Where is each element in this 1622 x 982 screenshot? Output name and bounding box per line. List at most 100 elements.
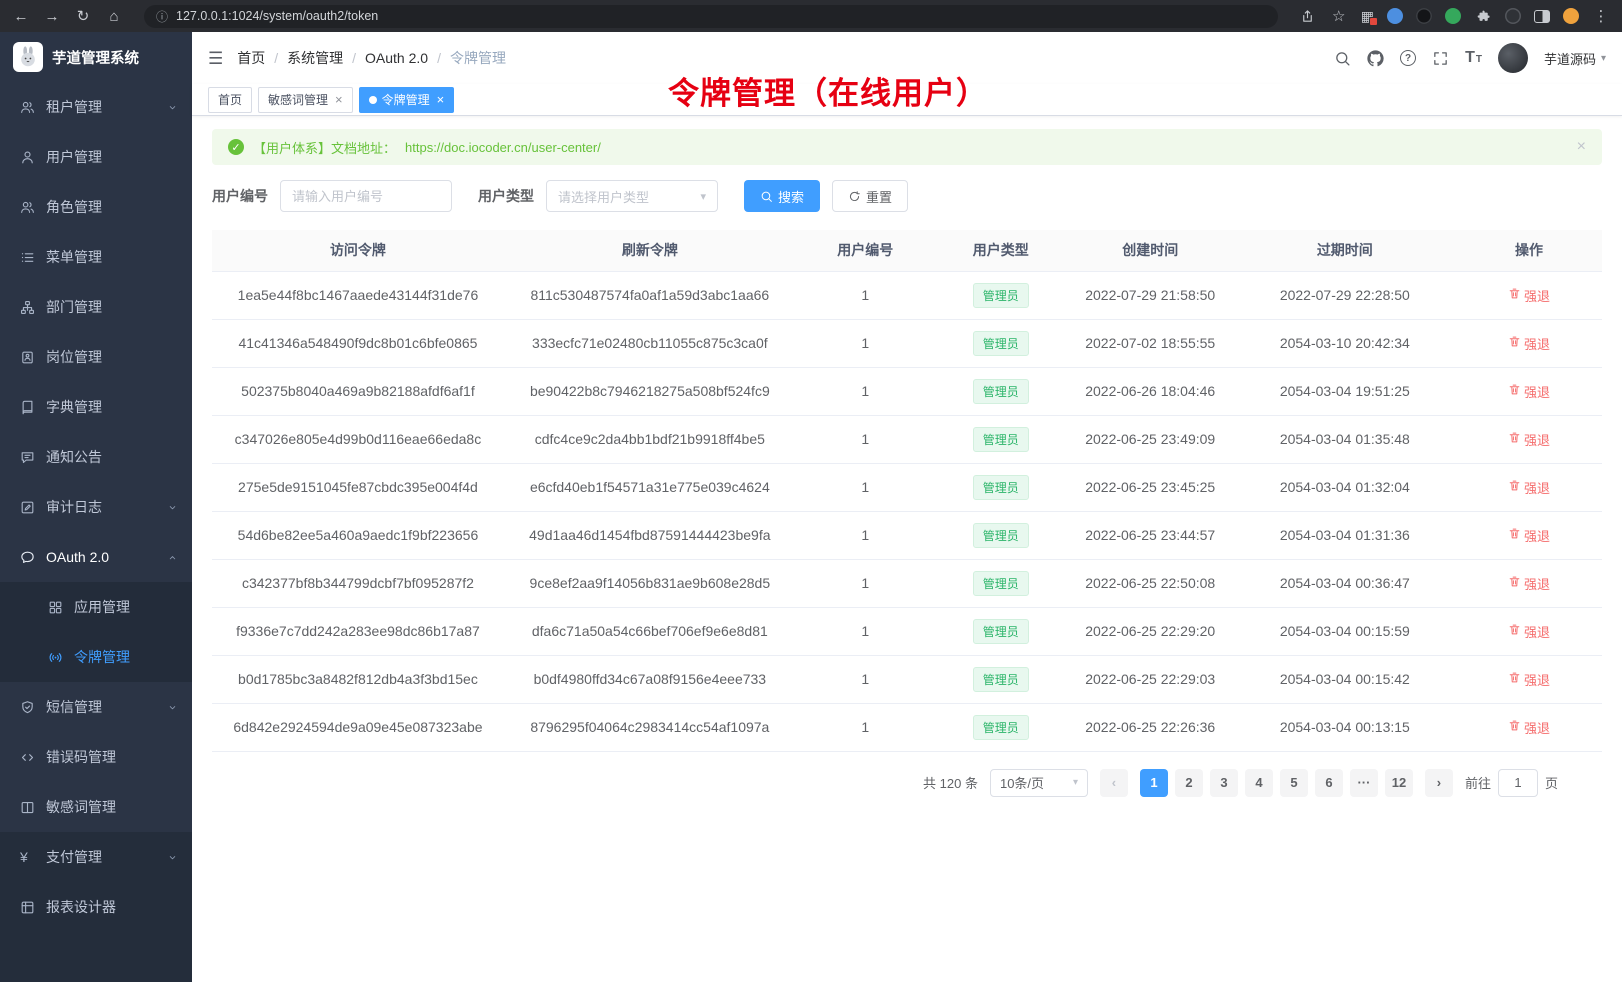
page-size-select[interactable]: 10条/页 ▾ [990,769,1088,797]
extension-grid-icon[interactable]: ▦ [1361,9,1374,23]
more-pages-button[interactable]: ··· [1350,769,1378,797]
user-id-cell: 1 [796,511,935,559]
force-logout-button[interactable]: 强退 [1508,430,1550,449]
tab-close-icon[interactable]: × [335,93,343,106]
breadcrumb-item[interactable]: 首页 [237,48,265,68]
topbar-right: ? TT 芋道源码 ▾ [1334,43,1606,73]
hamburger-icon[interactable]: ☰ [208,50,223,67]
force-logout-label: 强退 [1524,430,1550,449]
created-time-cell: 2022-07-02 18:55:55 [1067,319,1234,367]
force-logout-button[interactable]: 强退 [1508,334,1550,353]
user-menu[interactable]: 芋道源码 ▾ [1544,49,1606,68]
dark-extension-icon[interactable] [1416,8,1432,24]
force-logout-button[interactable]: 强退 [1508,622,1550,641]
column-header: 用户类型 [935,230,1067,271]
user-avatar[interactable] [1498,43,1528,73]
back-icon[interactable]: ← [12,9,30,24]
sidebar-item-post[interactable]: 岗位管理 [0,332,192,382]
sidebar-item-notice[interactable]: 通知公告 [0,432,192,482]
sidebar-item-menu[interactable]: 菜单管理 [0,232,192,282]
alert-close-icon[interactable]: × [1577,139,1586,155]
dark-extension-icon-2[interactable] [1505,8,1521,24]
page-button[interactable]: 4 [1245,769,1273,797]
force-logout-button[interactable]: 强退 [1508,718,1550,737]
home-icon[interactable]: ⌂ [105,9,123,24]
success-check-icon: ✓ [228,139,244,155]
trash-icon [1508,623,1521,639]
reload-icon[interactable]: ↻ [74,9,92,24]
force-logout-label: 强退 [1524,526,1550,545]
tab-sensitive-word[interactable]: 敏感词管理× [258,87,353,113]
reset-button[interactable]: 重置 [832,180,908,212]
sidebar-item-oauth2-application[interactable]: 应用管理 [0,582,192,632]
sidebar: 芋道管理系统 租户管理用户管理角色管理菜单管理部门管理岗位管理字典管理通知公告审… [0,32,192,982]
search-icon[interactable] [1334,50,1351,67]
browser-menu-icon[interactable]: ⋮ [1592,9,1610,24]
sidebar-item-dict[interactable]: 字典管理 [0,382,192,432]
chevron-down-icon [167,502,178,513]
page-button[interactable]: 12 [1385,769,1413,797]
fullscreen-icon[interactable] [1432,50,1449,67]
tab-label: 首页 [218,91,242,108]
page-button[interactable]: 5 [1280,769,1308,797]
next-page-button[interactable]: › [1425,769,1453,797]
force-logout-button[interactable]: 强退 [1508,670,1550,689]
force-logout-button[interactable]: 强退 [1508,286,1550,305]
sidebar-item-tenant[interactable]: 租户管理 [0,82,192,132]
sidebar-item-sms[interactable]: 短信管理 [0,682,192,732]
page-button[interactable]: 3 [1210,769,1238,797]
sidebar-item-sensitive-word[interactable]: 敏感词管理 [0,782,192,832]
sidebar-item-label: 角色管理 [46,197,178,217]
help-icon[interactable]: ? [1400,50,1416,66]
prev-page-button[interactable]: ‹ [1100,769,1128,797]
force-logout-button[interactable]: 强退 [1508,382,1550,401]
columns-icon [20,800,36,815]
refresh-icon [848,190,861,203]
github-icon[interactable] [1367,50,1384,67]
force-logout-button[interactable]: 强退 [1508,526,1550,545]
sidebar-item-dept[interactable]: 部门管理 [0,282,192,332]
sidebar-item-audit-log[interactable]: 审计日志 [0,482,192,532]
breadcrumb-item[interactable]: OAuth 2.0 [365,50,428,66]
font-size-icon[interactable]: TT [1465,50,1482,66]
created-time-cell: 2022-06-25 23:44:57 [1067,511,1234,559]
page-button[interactable]: 1 [1140,769,1168,797]
page-button[interactable]: 2 [1175,769,1203,797]
tab-close-icon[interactable]: × [437,93,445,106]
sidebar-item-error-code[interactable]: 错误码管理 [0,732,192,782]
green-extension-icon[interactable] [1445,8,1461,24]
search-button[interactable]: 搜索 [744,180,820,212]
bookmark-star-icon[interactable]: ☆ [1330,9,1348,24]
sidebar-item-oauth2[interactable]: OAuth 2.0 [0,532,192,582]
info-icon[interactable]: ⓘ [156,8,168,25]
page-button[interactable]: 6 [1315,769,1343,797]
goto-page-input[interactable] [1498,769,1538,797]
sidebar-item-pay[interactable]: ¥支付管理 [0,832,192,882]
sidebar-item-report-designer[interactable]: 报表设计器 [0,882,192,932]
trash-icon [1508,383,1521,399]
force-logout-button[interactable]: 强退 [1508,574,1550,593]
sidebar-item-user[interactable]: 用户管理 [0,132,192,182]
sidebar-item-label: 通知公告 [46,447,178,467]
created-time-cell: 2022-06-25 23:45:25 [1067,463,1234,511]
tab-home[interactable]: 首页 [208,87,252,113]
share-icon[interactable] [1299,9,1317,24]
extensions-puzzle-icon[interactable] [1474,9,1492,24]
table-body: 1ea5e44f8bc1467aaede43144f31de76811c5304… [212,271,1602,751]
profile-avatar[interactable] [1563,8,1579,24]
breadcrumb-item[interactable]: 系统管理 [287,48,343,68]
doc-link[interactable]: https://doc.iocoder.cn/user-center/ [405,140,601,155]
sidebar-item-oauth2-token[interactable]: 令牌管理 [0,632,192,682]
side-panel-icon[interactable] [1534,10,1550,23]
tab-token[interactable]: 令牌管理× [359,87,455,113]
user-id-input[interactable] [280,180,452,212]
user-type-badge: 管理员 [973,523,1029,548]
address-bar[interactable]: ⓘ 127.0.0.1:1024/system/oauth2/token [144,5,1278,28]
table-row: 275e5de9151045fe87cbdc395e004f4de6cfd40e… [212,463,1602,511]
forward-icon[interactable]: → [43,9,61,24]
blue-extension-icon[interactable] [1387,8,1403,24]
force-logout-button[interactable]: 强退 [1508,478,1550,497]
refresh-token-cell: 9ce8ef2aa9f14056b831ae9b608e28d5 [504,559,796,607]
user-type-select[interactable]: 请选择用户类型 ▾ [546,180,718,212]
sidebar-item-role[interactable]: 角色管理 [0,182,192,232]
